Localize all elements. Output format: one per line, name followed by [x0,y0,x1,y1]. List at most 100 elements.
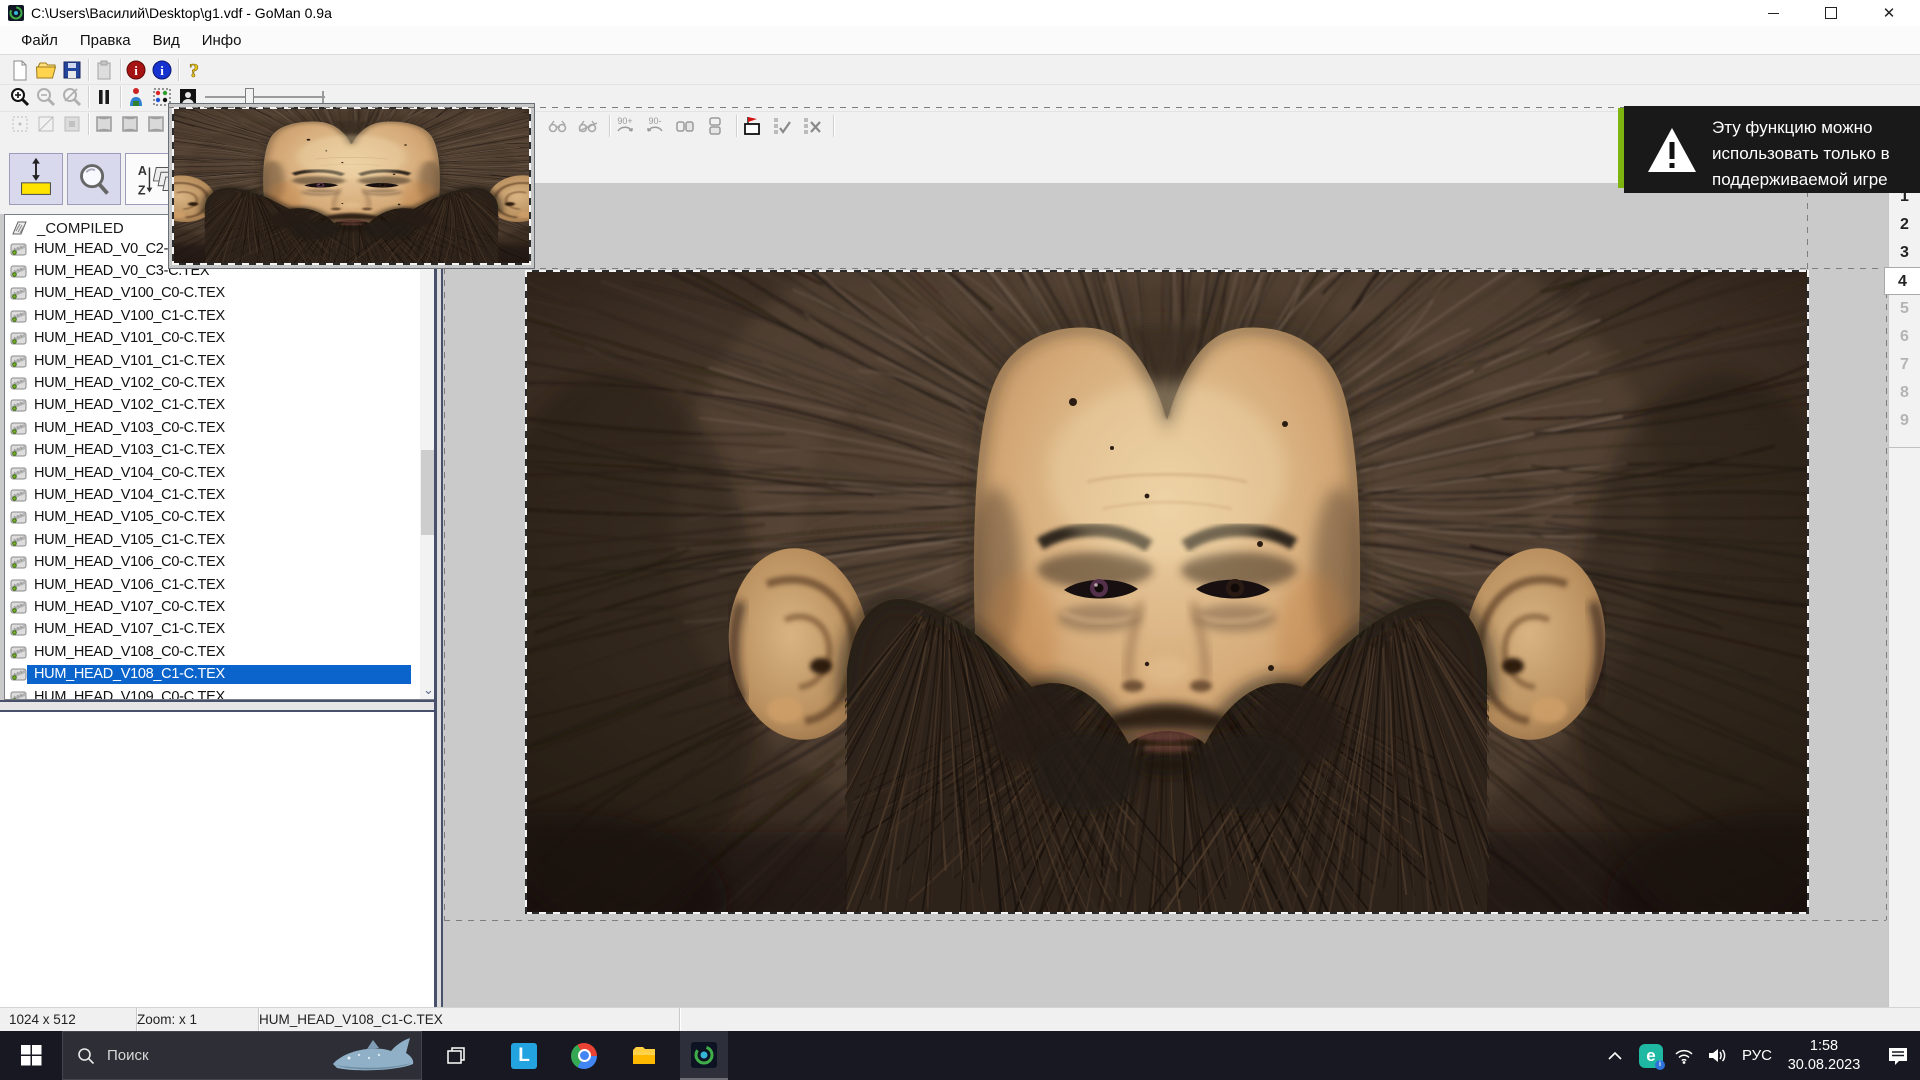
language-indicator[interactable]: РУС [1736,1031,1778,1080]
mip-level[interactable]: 9 [1889,407,1920,435]
texture-file-name: HUM_HEAD_V105_C1-C.TEX [27,531,230,550]
zoom-reset-button[interactable] [61,86,83,108]
texture-file-icon [10,466,27,481]
texture-file-name: HUM_HEAD_V108_C1-C.TEX [27,665,411,684]
horizontal-splitter[interactable] [0,700,443,712]
texture-file-row[interactable]: HUM_HEAD_V100_C1-C.TEX [5,305,437,327]
zoom-slider-track[interactable] [205,96,325,98]
volume-tray-button[interactable] [1700,1031,1734,1080]
magnifier-button[interactable] [67,153,121,205]
maximize-button[interactable] [1802,0,1860,26]
file-explorer-button[interactable] [620,1031,668,1080]
binoculars-1-button[interactable] [547,115,569,137]
texture-file-name: HUM_HEAD_V106_C1-C.TEX [27,576,230,595]
texture-preview-panel [168,103,535,269]
texture-file-row[interactable]: HUM_HEAD_V102_C1-C.TEX [5,395,437,417]
vertical-splitter[interactable] [434,183,443,1007]
mip-level[interactable]: 2 [1889,211,1920,239]
texture-file-row[interactable]: HUM_HEAD_V105_C0-C.TEX [5,507,437,529]
new-file-button[interactable] [9,59,31,81]
texture-file-icon [10,578,27,593]
pause-button[interactable] [93,86,115,108]
tray-expand-button[interactable] [1598,1031,1632,1080]
mip-level[interactable]: 6 [1889,323,1920,351]
texture-file-row[interactable]: HUM_HEAD_V105_C1-C.TEX [5,529,437,551]
chrome-button[interactable] [560,1031,608,1080]
menu-item[interactable]: Файл [10,32,69,49]
wifi-tray-button[interactable] [1668,1031,1700,1080]
actor-view-button[interactable] [125,86,147,108]
texture-file-row[interactable]: HUM_HEAD_V101_C1-C.TEX [5,350,437,372]
texture-file-row[interactable]: HUM_HEAD_V102_C0-C.TEX [5,372,437,394]
help-button[interactable]: ? [183,59,205,81]
select-dotted-button[interactable] [9,113,31,135]
marquee-3-button[interactable] [145,113,167,135]
menu-item[interactable]: Инфо [191,32,253,49]
menu-item[interactable]: Вид [142,32,191,49]
info-red-button[interactable]: i [125,59,147,81]
texture-file-row[interactable]: HUM_HEAD_V106_C0-C.TEX [5,551,437,573]
open-file-button[interactable] [35,59,57,81]
texture-file-row[interactable]: HUM_HEAD_V107_C1-C.TEX [5,619,437,641]
discard-selection-button[interactable] [801,115,823,137]
goman-app-button[interactable] [680,1031,728,1080]
zoom-out-button[interactable] [35,86,57,108]
flip-vertical-button[interactable] [704,115,726,137]
app-l-button[interactable]: L [500,1031,548,1080]
select-skew-button[interactable] [35,113,57,135]
toast-notification[interactable]: Эту функцию можно использовать только в … [1624,106,1920,193]
eset-tray-button[interactable]: e i [1634,1031,1668,1080]
texture-file-row[interactable]: HUM_HEAD_V108_C1-C.TEX [5,663,437,685]
texture-file-row[interactable]: HUM_HEAD_V103_C0-C.TEX [5,417,437,439]
mip-level[interactable]: 5 [1889,295,1920,323]
texture-file-row[interactable]: HUM_HEAD_V106_C1-C.TEX [5,574,437,596]
warning-icon [1646,126,1698,174]
paste-button[interactable] [93,59,115,81]
texture-file-row[interactable]: HUM_HEAD_V100_C0-C.TEX [5,283,437,305]
flip-horizontal-button[interactable] [674,115,696,137]
texture-file-row[interactable]: HUM_HEAD_V101_C0-C.TEX [5,328,437,350]
texture-file-icon [10,533,27,548]
texture-file-row[interactable]: HUM_HEAD_V107_C0-C.TEX [5,596,437,618]
marquee-2-button[interactable] [119,113,141,135]
svg-text:Z: Z [138,183,146,197]
texture-file-row[interactable]: HUM_HEAD_V109_C0-C.TEX [5,686,437,700]
mip-level[interactable]: 4 [1884,267,1920,295]
title-bar: C:\Users\Василий\Desktop\g1.vdf - GoMan … [0,0,1920,26]
clock[interactable]: 1:58 30.08.2023 [1778,1031,1870,1080]
height-import-button[interactable] [9,153,63,205]
window-title: C:\Users\Василий\Desktop\g1.vdf - GoMan … [31,5,332,21]
preview-ants-bottom [172,263,531,265]
rotate-90-cw-button[interactable]: 90+ [614,115,636,137]
texture-file-row[interactable]: HUM_HEAD_V104_C0-C.TEX [5,462,437,484]
wifi-icon [1674,1048,1694,1064]
texture-file-name: HUM_HEAD_V109_C0-C.TEX [27,688,230,701]
notifications-button[interactable] [1876,1031,1920,1080]
mip-level[interactable]: 8 [1889,379,1920,407]
save-file-button[interactable] [61,59,83,81]
menu-bar: ФайлПравкаВидИнфо [0,26,1920,54]
texture-image[interactable] [527,272,1807,912]
preview-ants-left [172,107,174,265]
info-blue-button[interactable]: i [151,59,173,81]
zoom-in-button[interactable] [9,86,31,108]
search-box[interactable]: Поиск [62,1031,422,1080]
minimize-button[interactable] [1744,0,1802,26]
mip-level[interactable]: 3 [1889,239,1920,267]
goman-icon [691,1042,717,1068]
texture-file-row[interactable]: HUM_HEAD_V103_C1-C.TEX [5,440,437,462]
binoculars-2-button[interactable] [577,115,599,137]
rotate-90-ccw-button[interactable]: 90- [644,115,666,137]
texture-file-row[interactable]: HUM_HEAD_V108_C0-C.TEX [5,641,437,663]
texture-file-row[interactable]: HUM_HEAD_V104_C1-C.TEX [5,484,437,506]
select-solid-button[interactable] [61,113,83,135]
start-button[interactable] [0,1031,62,1080]
mip-level[interactable]: 7 [1889,351,1920,379]
export-tga-button[interactable] [741,115,763,137]
menu-item[interactable]: Правка [69,32,142,49]
apply-selection-button[interactable] [771,115,793,137]
task-view-button[interactable] [432,1031,480,1080]
marquee-1-button[interactable] [93,113,115,135]
close-button[interactable]: ✕ [1860,0,1918,26]
archive-root-node[interactable]: _COMPILED [11,218,124,238]
